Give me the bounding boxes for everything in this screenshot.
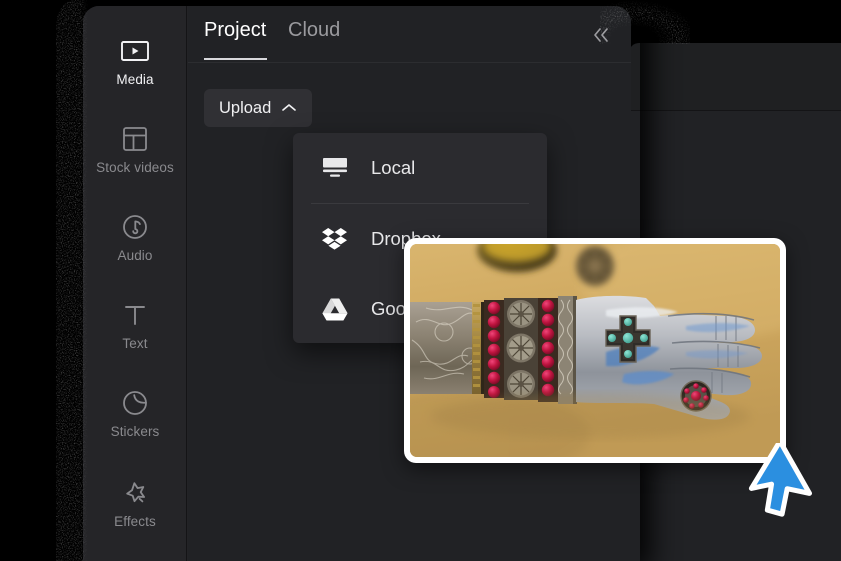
sidebar-item-label: Stock videos [96,160,174,175]
sidebar-rail: Media Stock videos Audio Text Stickers E… [83,6,187,561]
upload-button[interactable]: Upload [204,89,313,127]
upload-button-label: Upload [219,98,272,117]
screenshot-stage: Media Stock videos Audio Text Stickers E… [0,0,841,561]
sidebar-item-media[interactable]: Media [83,34,187,88]
sidebar-item-label: Audio [117,248,153,263]
monitor-icon [321,154,349,182]
tab-bar: Project Cloud [188,6,631,62]
chevron-double-left-icon[interactable] [589,23,613,47]
drag-preview-card[interactable] [404,238,786,463]
edge-noise-left [56,0,88,561]
sidebar-item-effects[interactable]: Effects [83,476,187,530]
sidebar-item-label: Effects [114,514,156,529]
chevron-up-icon [281,99,297,118]
sidebar-item-label: Stickers [110,424,160,439]
layout-grid-icon [83,122,187,156]
drag-preview-thumbnail [410,244,780,457]
sidebar-item-stickers[interactable]: Stickers [83,386,187,440]
menu-item-label: Local [371,157,416,178]
google-drive-icon [321,295,349,323]
tab-cloud[interactable]: Cloud [288,19,340,42]
music-note-circle-icon [83,210,187,244]
sticker-peel-icon [83,386,187,420]
menu-item-local[interactable]: Local [293,133,547,203]
dropbox-icon [321,225,349,253]
sidebar-item-label: Media [116,72,154,87]
star-sparkle-icon [83,476,187,510]
tab-active-underline [204,58,267,60]
sidebar-item-label: Text [122,336,148,351]
tab-project[interactable]: Project [204,19,266,42]
background-panel-divider [629,110,841,111]
sidebar-item-text[interactable]: Text [83,298,187,352]
header-divider [188,62,631,63]
sidebar-item-stock-videos[interactable]: Stock videos [83,122,187,176]
sidebar-item-audio[interactable]: Audio [83,210,187,264]
text-t-icon [83,298,187,332]
reliquary-hand-photo [410,244,780,457]
media-play-rect-icon [83,34,187,68]
